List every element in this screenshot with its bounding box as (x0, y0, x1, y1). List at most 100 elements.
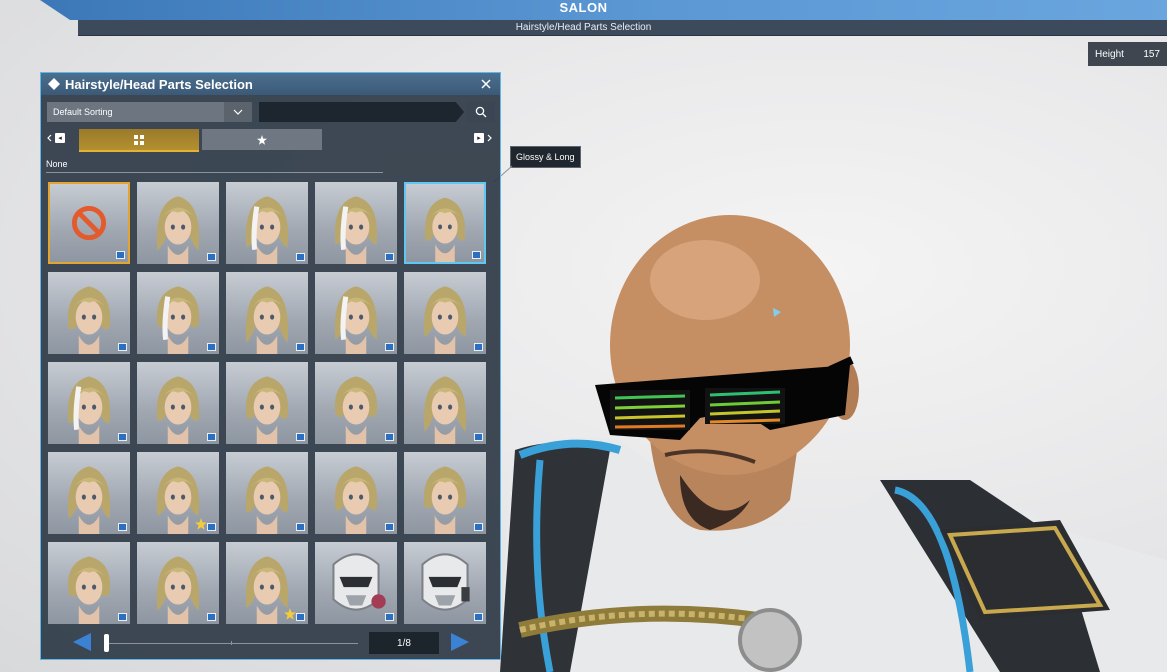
item-wavy-short[interactable] (226, 452, 308, 534)
item-long-white-clip[interactable] (315, 182, 397, 264)
keycap-right: ▸ (474, 133, 484, 143)
height-value: 157 (1143, 48, 1160, 60)
item-type-badge (207, 433, 216, 441)
item-type-badge (474, 613, 483, 621)
tab-favorites[interactable] (202, 129, 322, 150)
item-type-badge (385, 523, 394, 531)
item-type-badge (296, 613, 305, 621)
item-long-white-streak[interactable] (315, 272, 397, 354)
sort-selected: Default Sorting (53, 107, 113, 117)
item-glossy-long[interactable] (404, 182, 486, 264)
search-icon (475, 106, 487, 118)
item-info-box (385, 154, 495, 176)
item-long-ponytail[interactable] (404, 452, 486, 534)
favorite-star-icon (284, 608, 296, 620)
tab-all-items[interactable] (79, 129, 199, 152)
item-parted-short[interactable] (315, 362, 397, 444)
page-slider-tick (231, 641, 232, 645)
item-type-badge (207, 613, 216, 621)
favorite-star-icon (195, 518, 207, 530)
search-input[interactable] (259, 102, 464, 122)
page-prev-button[interactable] (71, 631, 93, 653)
screen-title: SALON (559, 0, 608, 15)
item-type-badge (207, 253, 216, 261)
item-type-badge (474, 343, 483, 351)
item-type-badge (385, 253, 394, 261)
arrow-right-icon (451, 633, 469, 651)
item-bob-fav[interactable] (137, 452, 219, 534)
hairstyle-icon (67, 466, 111, 534)
hairstyle-icon (245, 466, 289, 534)
hairstyle-icon (156, 196, 200, 264)
tab-next-control[interactable]: ▸ (474, 131, 492, 145)
item-type-badge (116, 251, 125, 259)
item-long-straight[interactable] (404, 362, 486, 444)
tab-prev-control[interactable]: ◂ (47, 131, 65, 145)
item-type-badge (296, 253, 305, 261)
item-type-badge (296, 433, 305, 441)
page-indicator: 1/8 (369, 632, 439, 654)
chevron-down-icon[interactable] (224, 102, 252, 122)
item-none[interactable] (48, 182, 130, 264)
hairstyle-icon (67, 286, 111, 354)
keycap-left: ◂ (55, 133, 65, 143)
hairstyle-icon (423, 376, 467, 444)
item-high-ponytail[interactable] (137, 362, 219, 444)
item-mech-helmet-red[interactable] (315, 542, 397, 624)
item-type-badge (385, 343, 394, 351)
item-spiky-messy[interactable] (315, 452, 397, 534)
screen-subtitle: Hairstyle/Head Parts Selection (515, 22, 652, 33)
hairstyle-icon (245, 376, 289, 444)
item-type-badge (296, 343, 305, 351)
page-next-button[interactable] (449, 631, 471, 653)
item-type-badge (296, 523, 305, 531)
height-label: Height (1095, 48, 1124, 60)
item-short-layered[interactable] (226, 362, 308, 444)
item-wavy-bob[interactable] (137, 542, 219, 624)
close-button[interactable] (478, 76, 494, 92)
arrow-left-icon (73, 633, 91, 651)
height-readout: Height 157 (1088, 42, 1167, 66)
item-mech-helmet-white[interactable] (404, 542, 486, 624)
item-type-badge (207, 343, 216, 351)
item-bob-fav-2[interactable] (226, 542, 308, 624)
hairstyle-icon (245, 286, 289, 354)
item-headband-updo[interactable] (48, 542, 130, 624)
hairstyle-icon (423, 286, 467, 354)
hairstyle-icon (423, 466, 467, 534)
item-side-bun[interactable] (48, 452, 130, 534)
item-hime-white-tips[interactable] (137, 272, 219, 354)
item-tooltip: Glossy & Long (510, 146, 581, 168)
item-short-bob[interactable] (48, 272, 130, 354)
helmet-icon (332, 553, 386, 611)
search-button[interactable] (467, 102, 495, 122)
item-short-messy[interactable] (137, 182, 219, 264)
item-type-badge (472, 251, 481, 259)
chevron-right-icon (487, 134, 492, 142)
sort-dropdown[interactable]: Default Sorting (47, 102, 252, 122)
item-type-badge (385, 433, 394, 441)
hairstyle-icon (334, 466, 378, 534)
name-divider (46, 172, 383, 173)
diamond-icon (47, 77, 61, 91)
item-rounded-bob[interactable] (404, 272, 486, 354)
hairstyle-icon (156, 376, 200, 444)
hairstyle-panel: Hairstyle/Head Parts Selection Default S… (40, 72, 501, 660)
star-icon (257, 134, 267, 145)
page-slider-thumb[interactable] (104, 634, 109, 652)
item-type-badge (118, 433, 127, 441)
selected-item-name: None (46, 159, 68, 169)
item-type-badge (118, 523, 127, 531)
item-swept-white-streak[interactable] (226, 182, 308, 264)
item-type-badge (385, 613, 394, 621)
hairstyle-icon (334, 286, 378, 354)
character-preview (500, 215, 1167, 672)
hairstyle-icon (67, 376, 111, 444)
panel-header: Hairstyle/Head Parts Selection (41, 73, 500, 95)
hairstyle-icon (334, 376, 378, 444)
panel-title: Hairstyle/Head Parts Selection (65, 76, 253, 92)
item-angular-bob[interactable] (226, 272, 308, 354)
grid-icon (134, 134, 144, 145)
item-white-bangs[interactable] (48, 362, 130, 444)
item-grid (48, 182, 494, 624)
